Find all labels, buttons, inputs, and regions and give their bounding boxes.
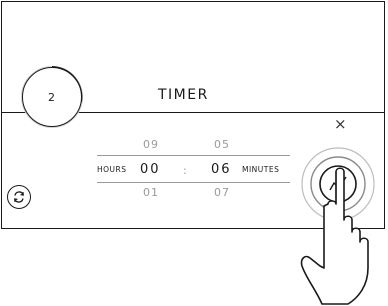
step-number: 2 bbox=[48, 90, 56, 104]
hours-label: HOURS bbox=[97, 165, 127, 174]
hours-current[interactable]: 00 bbox=[140, 162, 161, 177]
pointing-hand-icon bbox=[300, 167, 369, 305]
close-icon[interactable]: × bbox=[334, 117, 347, 132]
hours-prev[interactable]: 09 bbox=[143, 138, 159, 151]
page-title: TIMER bbox=[158, 87, 209, 103]
minutes-current[interactable]: 06 bbox=[211, 162, 232, 177]
minutes-next[interactable]: 07 bbox=[214, 186, 230, 199]
step-indicator: 2 bbox=[22, 67, 82, 127]
reset-icon bbox=[14, 191, 24, 203]
time-separator: : bbox=[183, 164, 188, 177]
reset-button[interactable] bbox=[7, 185, 31, 209]
minutes-prev[interactable]: 05 bbox=[214, 138, 230, 151]
picker-divider bbox=[97, 155, 290, 156]
minutes-label: MINUTES bbox=[242, 165, 280, 174]
picker-divider bbox=[97, 182, 290, 183]
hours-next[interactable]: 01 bbox=[143, 186, 159, 199]
